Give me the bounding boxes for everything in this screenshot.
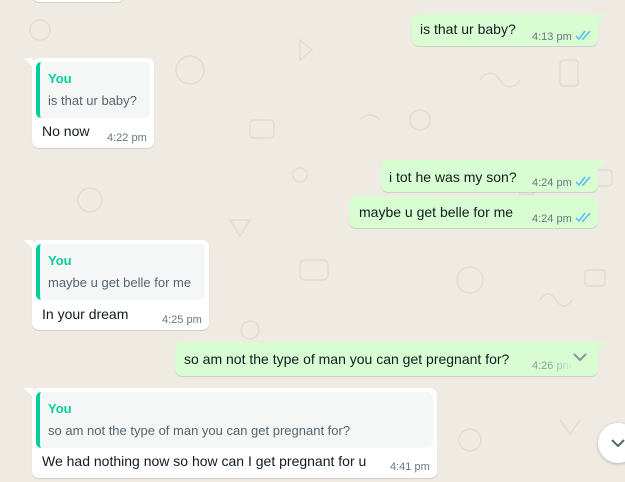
quote-text: maybe u get belle for me: [48, 275, 192, 290]
message-time: 4:13 pm: [532, 31, 572, 43]
message-outgoing[interactable]: maybe u get belle for me 4:24 pm: [349, 196, 598, 228]
message-text: is that ur baby?: [420, 21, 516, 37]
message-text: i tot he was my son?: [389, 169, 517, 185]
message-outgoing[interactable]: i tot he was my son? 4:24 pm: [381, 160, 606, 192]
quoted-message[interactable]: You so am not the type of man you can ge…: [36, 392, 433, 448]
message-text: No now: [42, 123, 90, 139]
scroll-to-bottom-button[interactable]: [598, 423, 625, 463]
quoted-message[interactable]: You is that ur baby?: [36, 62, 150, 118]
chevron-down-icon: [611, 439, 625, 448]
message-time: 4:24 pm: [532, 213, 572, 225]
message-text: In your dream: [42, 306, 129, 322]
message-outgoing[interactable]: so am not the type of man you can get pr…: [175, 342, 606, 376]
previous-message-edge: [32, 0, 124, 2]
message-text: We had nothing now so how can I get preg…: [42, 453, 367, 469]
message-incoming[interactable]: You is that ur baby? No now 4:22 pm: [24, 58, 154, 148]
double-check-icon: [575, 176, 591, 187]
quote-author: You: [48, 71, 72, 86]
message-time: 4:25 pm: [162, 314, 202, 326]
message-text: so am not the type of man you can get pr…: [184, 351, 510, 367]
quote-author: You: [48, 401, 72, 416]
message-time: 4:22 pm: [107, 132, 147, 144]
chevron-down-icon[interactable]: [573, 352, 587, 362]
message-time: 4:41 pm: [390, 461, 430, 473]
quote-text: so am not the type of man you can get pr…: [48, 423, 351, 438]
double-check-icon: [575, 212, 591, 223]
quote-author: You: [48, 253, 72, 268]
quote-text: is that ur baby?: [48, 93, 137, 108]
message-incoming[interactable]: You so am not the type of man you can ge…: [24, 388, 437, 478]
message-text: maybe u get belle for me: [359, 204, 514, 220]
message-outgoing[interactable]: is that ur baby? 4:13 pm: [412, 14, 606, 46]
message-incoming[interactable]: You maybe u get belle for me In your dre…: [24, 240, 209, 330]
double-check-icon: [575, 30, 591, 41]
message-time: 4:24 pm: [532, 177, 572, 189]
quoted-message[interactable]: You maybe u get belle for me: [36, 244, 205, 300]
